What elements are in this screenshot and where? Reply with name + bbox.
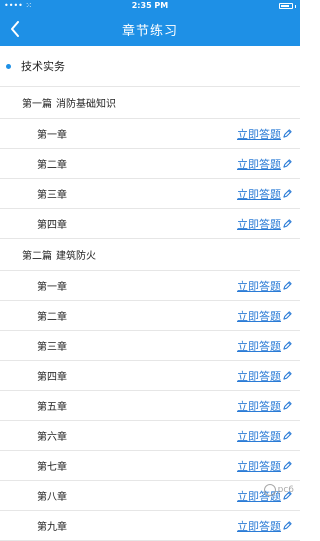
pencil-icon bbox=[283, 189, 292, 198]
start-answer-label: 立即答题 bbox=[237, 157, 281, 171]
pencil-icon bbox=[283, 281, 292, 290]
status-time: 2:35 PM bbox=[131, 1, 169, 10]
page-title: 章节练习 bbox=[121, 23, 178, 39]
pencil-icon bbox=[283, 401, 292, 410]
start-answer-link[interactable]: 立即答题 bbox=[237, 368, 292, 384]
chapter-name: 第七章 bbox=[37, 462, 67, 473]
chapter-row: 第二章 立即答题 bbox=[0, 149, 300, 179]
start-answer-link[interactable]: 立即答题 bbox=[237, 308, 292, 324]
section-title: 技术实务 bbox=[21, 60, 65, 73]
chapter-row: 第八章 立即答题 bbox=[0, 481, 300, 511]
start-answer-label: 立即答题 bbox=[237, 459, 281, 473]
chapter-name: 第五章 bbox=[37, 402, 67, 413]
chapter-row: 第五章 立即答题 bbox=[0, 391, 300, 421]
start-answer-link[interactable]: 立即答题 bbox=[237, 156, 292, 172]
bullet-dot-icon bbox=[6, 63, 11, 69]
chapter-name: 第三章 bbox=[37, 342, 67, 353]
start-answer-label: 立即答题 bbox=[237, 217, 281, 231]
chapter-row: 第七章 立即答题 bbox=[0, 451, 300, 481]
chapter-name: 第一章 bbox=[37, 130, 67, 141]
chapter-row: 第四章 立即答题 bbox=[0, 209, 300, 239]
pencil-icon bbox=[283, 311, 292, 320]
start-answer-link[interactable]: 立即答题 bbox=[237, 186, 292, 202]
start-answer-link[interactable]: 立即答题 bbox=[237, 338, 292, 354]
battery-icon bbox=[279, 3, 296, 9]
part-number: 第二篇 bbox=[22, 251, 52, 262]
start-answer-label: 立即答题 bbox=[237, 339, 281, 353]
pencil-icon bbox=[283, 159, 292, 168]
pencil-icon bbox=[283, 461, 292, 470]
pencil-icon bbox=[283, 521, 292, 530]
part-header: 第二篇 建筑防火 bbox=[0, 239, 300, 271]
status-bar: •••• ⁙ 2:35 PM bbox=[0, 0, 300, 12]
start-answer-link[interactable]: 立即答题 bbox=[237, 216, 292, 232]
start-answer-link[interactable]: 立即答题 bbox=[237, 278, 292, 294]
chapter-name: 第四章 bbox=[37, 372, 67, 383]
chapter-name: 第一章 bbox=[37, 282, 67, 293]
chapter-row: 第三章 立即答题 bbox=[0, 179, 300, 209]
section-header: 技术实务 bbox=[0, 46, 300, 87]
chapter-row: 第六章 立即答题 bbox=[0, 421, 300, 451]
part-header: 第一篇 消防基础知识 bbox=[0, 87, 300, 119]
chapter-row: 第一章 立即答题 bbox=[0, 119, 300, 149]
chapter-row: 第三章 立即答题 bbox=[0, 331, 300, 361]
start-answer-link[interactable]: 立即答题 bbox=[237, 398, 292, 414]
pencil-icon bbox=[283, 219, 292, 228]
chapter-name: 第六章 bbox=[37, 432, 67, 443]
part-name: 消防基础知识 bbox=[56, 99, 116, 110]
start-answer-label: 立即答题 bbox=[237, 309, 281, 323]
chapter-row: 第九章 立即答题 bbox=[0, 511, 300, 541]
pencil-icon bbox=[283, 341, 292, 350]
chapter-name: 第四章 bbox=[37, 220, 67, 231]
watermark: pc6 bbox=[263, 484, 294, 496]
pencil-icon bbox=[283, 129, 292, 138]
watermark-logo-icon bbox=[263, 484, 276, 496]
start-answer-label: 立即答题 bbox=[237, 369, 281, 383]
chevron-left-icon bbox=[11, 21, 19, 37]
chapter-name: 第八章 bbox=[37, 492, 67, 503]
chapter-row: 第一章 立即答题 bbox=[0, 271, 300, 301]
chapter-row: 第四章 立即答题 bbox=[0, 361, 300, 391]
start-answer-label: 立即答题 bbox=[237, 187, 281, 201]
chapter-name: 第三章 bbox=[37, 190, 67, 201]
nav-bar: 章节练习 bbox=[0, 12, 300, 46]
start-answer-link[interactable]: 立即答题 bbox=[237, 458, 292, 474]
start-answer-label: 立即答题 bbox=[237, 279, 281, 293]
start-answer-label: 立即答题 bbox=[237, 519, 281, 533]
part-number: 第一篇 bbox=[22, 99, 52, 110]
chapter-name: 第九章 bbox=[37, 522, 67, 533]
start-answer-link[interactable]: 立即答题 bbox=[237, 126, 292, 142]
start-answer-link[interactable]: 立即答题 bbox=[237, 518, 292, 534]
start-answer-label: 立即答题 bbox=[237, 127, 281, 141]
chapter-list: 第一篇 消防基础知识 第一章 立即答题 第二章 立即答题 第三章 立即答题 第四章 立即答题 第二篇… bbox=[0, 87, 300, 541]
start-answer-label: 立即答题 bbox=[237, 429, 281, 443]
chapter-row: 第二章 立即答题 bbox=[0, 301, 300, 331]
part-name: 建筑防火 bbox=[56, 251, 96, 262]
chapter-name: 第二章 bbox=[37, 160, 67, 171]
start-answer-label: 立即答题 bbox=[237, 399, 281, 413]
start-answer-link[interactable]: 立即答题 bbox=[237, 428, 292, 444]
chapter-name: 第二章 bbox=[37, 312, 67, 323]
watermark-text: pc6 bbox=[277, 485, 294, 495]
back-button[interactable] bbox=[10, 12, 38, 46]
pencil-icon bbox=[283, 431, 292, 440]
pencil-icon bbox=[283, 371, 292, 380]
